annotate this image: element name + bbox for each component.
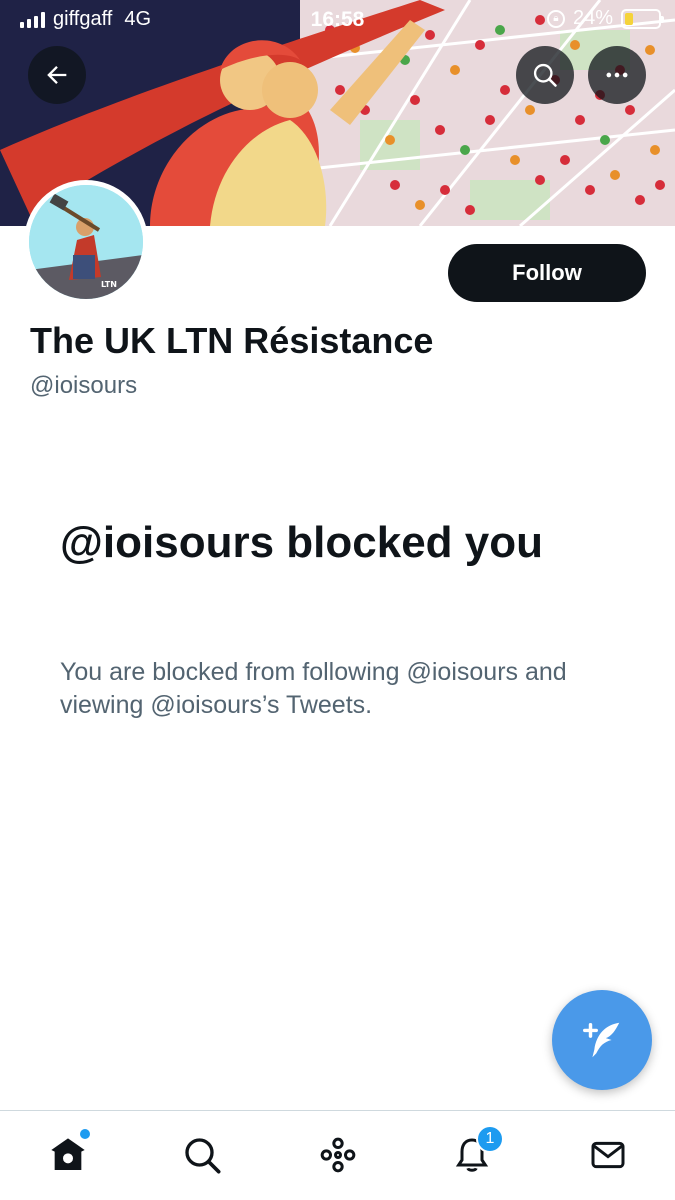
tab-search[interactable] (180, 1133, 224, 1177)
follow-button[interactable]: Follow (448, 244, 646, 302)
display-name: The UK LTN Résistance (30, 320, 434, 361)
avatar-logo-text: LTN (101, 280, 117, 289)
more-horizontal-icon (606, 72, 628, 78)
battery-percent: 24% (572, 7, 613, 29)
avatar[interactable]: LTN (24, 180, 148, 304)
search-icon (533, 63, 557, 87)
compose-quill-icon (583, 1022, 620, 1058)
blocked-title: @ioisours blocked you (60, 518, 543, 567)
tab-spaces[interactable] (316, 1133, 360, 1177)
compose-tweet-button[interactable] (552, 990, 652, 1090)
home-icon (51, 1138, 85, 1170)
arrow-left-icon (47, 66, 67, 84)
battery-icon (621, 8, 664, 29)
back-button[interactable] (28, 46, 86, 104)
more-button[interactable] (588, 46, 646, 104)
spaces-icon (320, 1137, 356, 1173)
battery-info: 🔒︎ 24% (546, 7, 664, 30)
status-bar: giffgaff 4G 16:58 🔒︎ 24% (0, 0, 675, 38)
tab-notifications[interactable]: 1 (450, 1125, 504, 1177)
username-handle: @ioisours (30, 372, 138, 399)
messages-icon (591, 1141, 625, 1169)
search-icon (185, 1138, 221, 1174)
unread-dot (80, 1129, 90, 1139)
tab-messages[interactable] (586, 1133, 630, 1177)
avatar-image: LTN (29, 185, 143, 299)
blocked-message: You are blocked from following @ioisours… (60, 658, 567, 719)
search-button[interactable] (516, 46, 574, 104)
bottom-tab-bar: 1 (0, 1110, 675, 1200)
notification-count-badge: 1 (476, 1125, 504, 1153)
tab-home[interactable] (46, 1129, 90, 1177)
orientation-lock-icon: 🔒︎ (546, 9, 565, 28)
